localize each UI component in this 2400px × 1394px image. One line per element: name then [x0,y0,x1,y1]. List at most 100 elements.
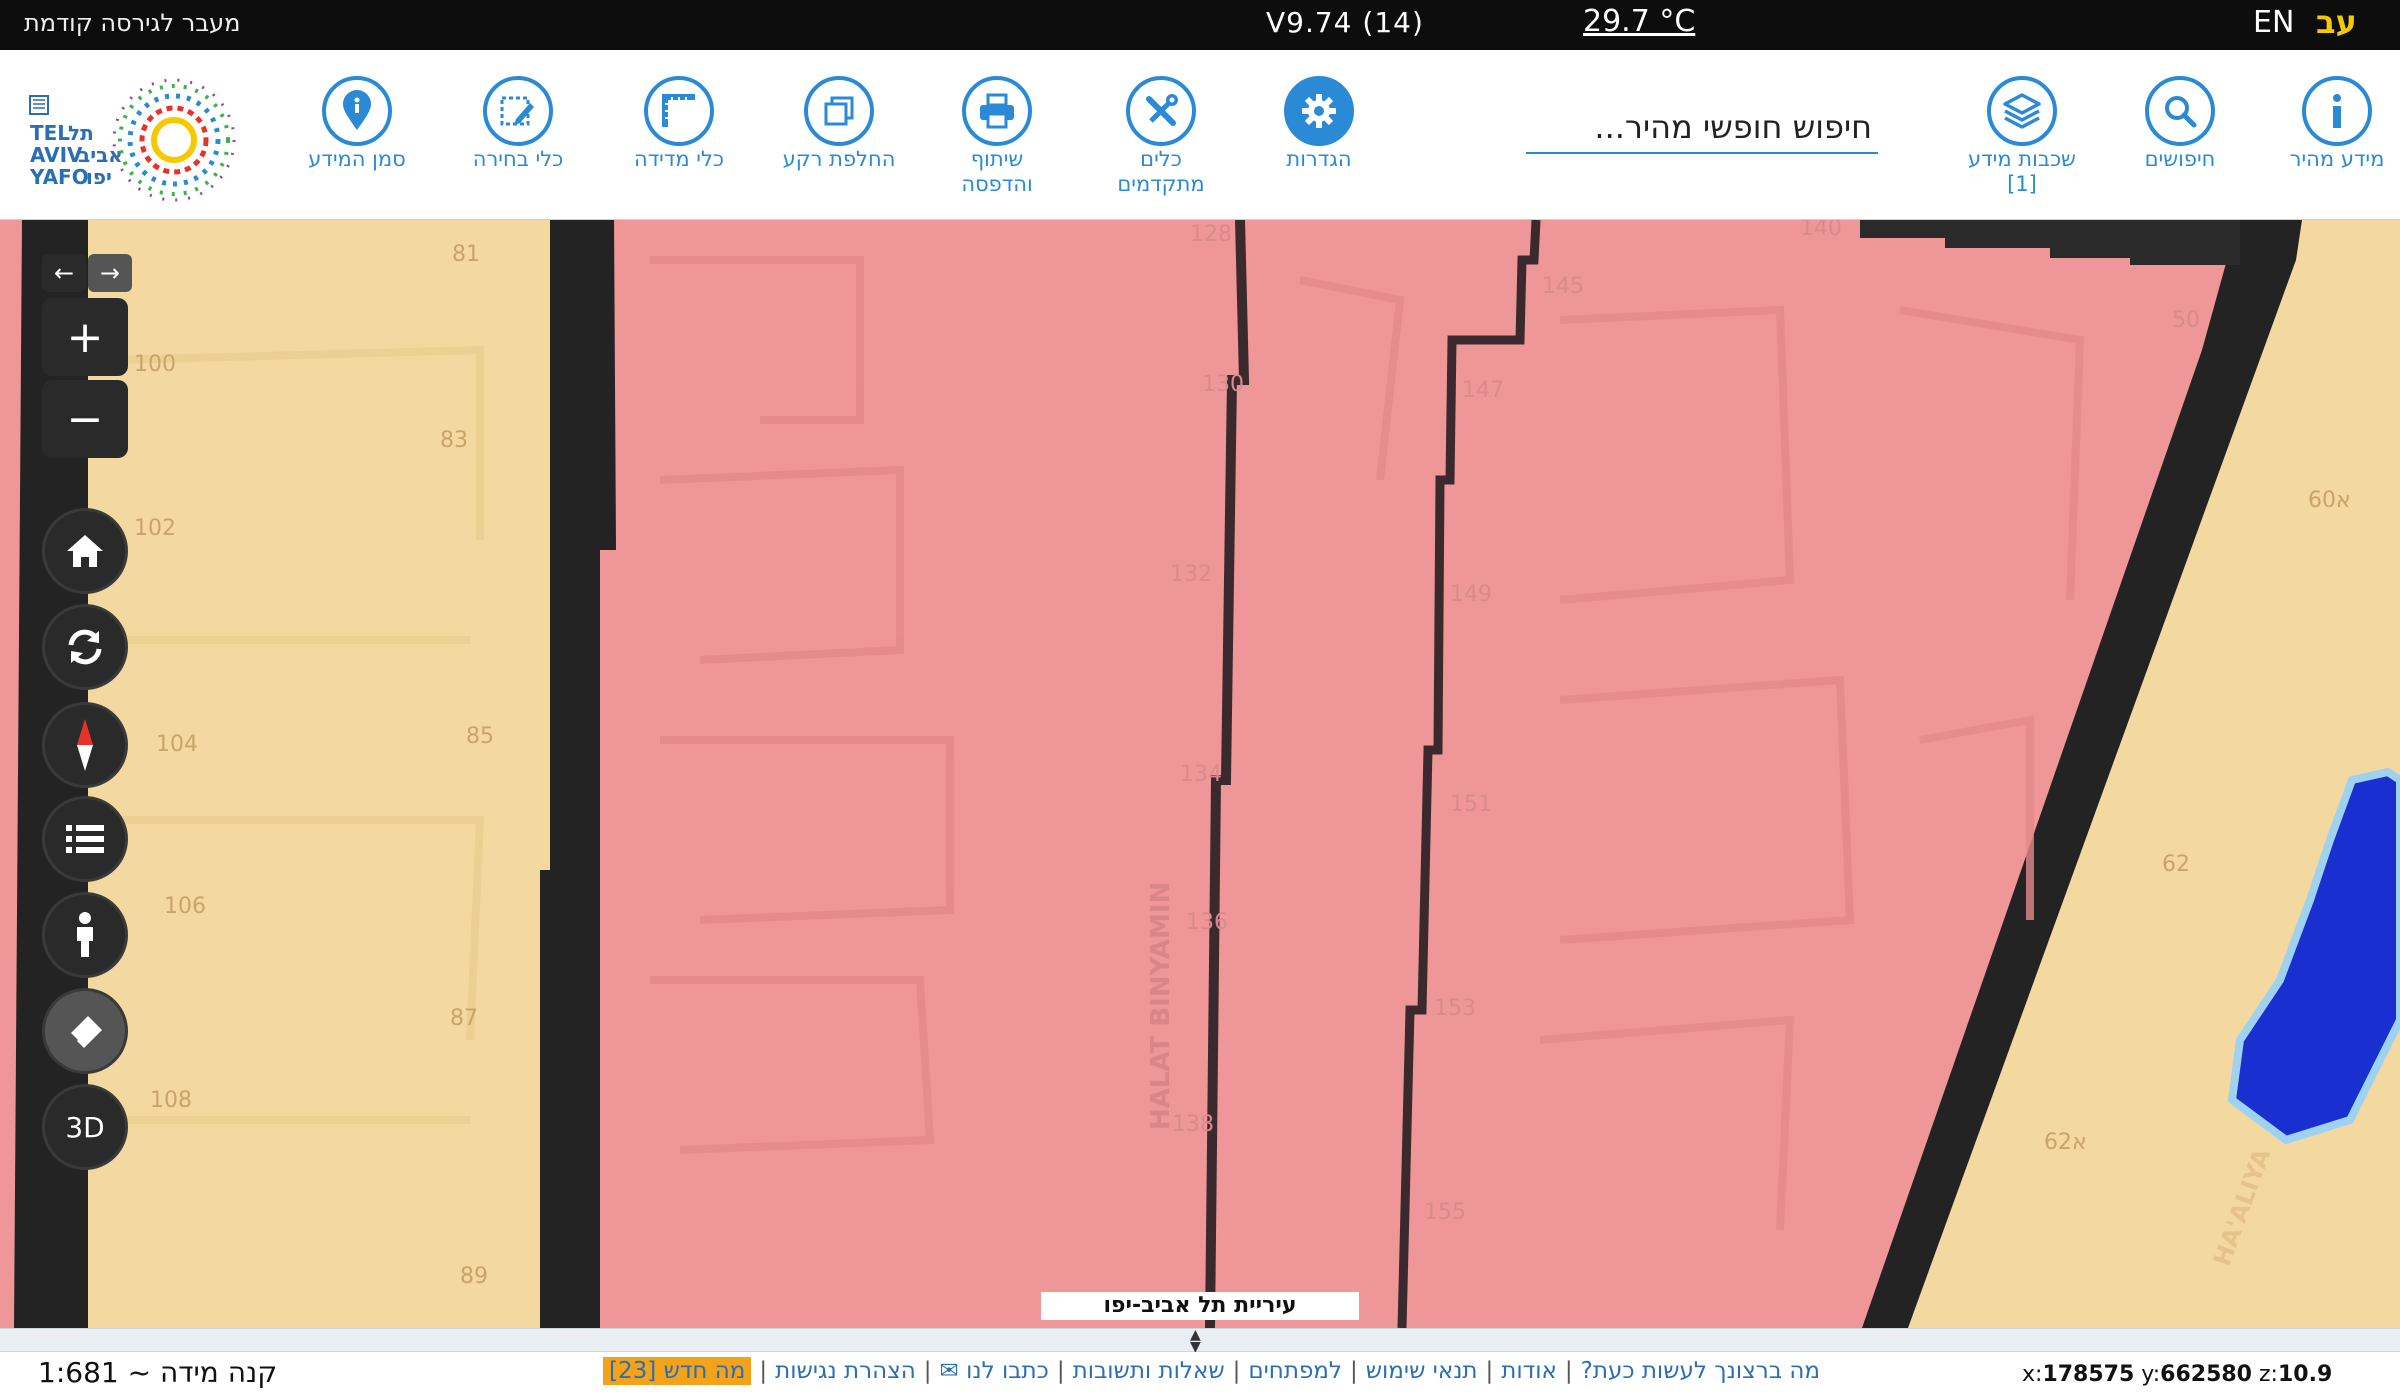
top-bar: מעבר לגירסה קודמת V9.74 (14) 29.7 °C EN … [0,0,2400,50]
parcel-number: 145 [1542,274,1584,299]
main-toolbar: TEL תל AVIV אביב YAFO יפו מידע מהיר חיפו… [0,50,2400,220]
refresh-button[interactable] [42,604,128,690]
coord-y-label: y: [2141,1362,2161,1387]
layers-count: [1] [2007,172,2037,196]
arrow-left-icon: ← [53,259,75,287]
info-marker-button[interactable]: סמן המידע [282,76,432,172]
marker-icon [322,76,392,146]
zoom-out-button[interactable]: − [42,380,128,458]
municipality-emblem-icon [29,95,49,115]
home-icon [67,535,103,567]
map-canvas[interactable]: 81 100 83 102 104 85 106 87 108 89 128 1… [0,220,2400,1328]
footer-link-what-to-do[interactable]: מה ברצונך לעשות כעת? [1581,1358,1820,1384]
parcel-number: 147 [1462,378,1504,403]
temperature-link[interactable]: 29.7 °C [1583,4,1695,39]
parcel-number: 81 [452,242,480,267]
separator: | [1564,1358,1573,1384]
legend-list-button[interactable] [42,796,128,882]
coord-z-label: z: [2259,1362,2278,1387]
footer-link-accessibility[interactable]: הצהרת נגישות [775,1358,916,1384]
parcel-number: 89 [460,1264,488,1289]
separator: | [1485,1358,1494,1384]
info-icon [2302,76,2372,146]
pan-back-button[interactable]: ← [42,254,86,292]
tel-aviv-yafo-logo: TEL תל AVIV אביב YAFO יפו [29,78,236,202]
tool-label: שיתוף [970,147,1024,171]
tool-label: כלים [1140,147,1182,171]
eraser-icon [68,1016,102,1048]
footer-link-contact[interactable]: כתבו לנו ✉ [940,1358,1049,1384]
advanced-tools-button[interactable]: כלים מתקדמים [1086,76,1236,197]
layers-icon [1987,76,2057,146]
plus-icon: + [66,311,104,363]
printer-icon [962,76,1032,146]
tool-label: הגדרות [1286,147,1352,171]
svg-text:YAFO: YAFO [29,165,89,189]
parcel-number: 153 [1434,996,1476,1021]
street-view-button[interactable] [42,892,128,978]
footer-link-about[interactable]: אודות [1501,1358,1557,1384]
gear-icon [1284,76,1354,146]
map-scale: קנה מידה ~ 1:681 [38,1356,278,1389]
compass-button[interactable] [42,702,128,788]
svg-text:AVIV: AVIV [30,143,83,167]
coord-z: 10.9 [2277,1362,2333,1387]
basemap-icon [804,76,874,146]
parcel-number: 138 [1172,1112,1214,1137]
three-d-label: 3D [65,1110,105,1144]
language-hebrew-button[interactable]: עב [2316,3,2357,41]
tool-label: מידע מהיר [2289,147,2385,171]
eraser-button[interactable] [42,988,128,1074]
person-icon [77,912,93,957]
parcel-number: 130 [1202,372,1244,397]
parcel-number: 106 [164,894,206,919]
ruler-icon [644,76,714,146]
parcel-number: 100 [134,352,176,377]
layers-button[interactable]: שכבות מידע [1] [1947,76,2097,197]
compass-icon [77,719,93,771]
svg-text:אביב: אביב [78,143,123,167]
share-print-button[interactable]: שיתוף והדפסה [922,76,1072,197]
separator: | [1350,1358,1358,1384]
panel-resize-handle[interactable]: ▲ ▼ [0,1328,2400,1354]
measure-tools-button[interactable]: כלי מדידה [604,76,754,172]
separator: | [923,1358,932,1384]
quick-search-input[interactable] [1526,102,1878,152]
version-label: V9.74 (14) [1266,6,1424,39]
footer-link-developers[interactable]: למפתחים [1248,1358,1342,1384]
separator: | [1056,1358,1065,1384]
parcel-number: 83 [440,428,468,453]
quick-search-box [1526,102,1878,154]
footer-link-faq[interactable]: שאלות ותשובות [1073,1358,1225,1384]
parcel-number: 62א [2044,1130,2087,1155]
quick-info-button[interactable]: מידע מהיר [2262,76,2400,172]
pan-forward-button[interactable]: → [88,254,132,292]
coord-y: 662580 [2160,1362,2252,1387]
zoom-in-button[interactable]: + [42,298,128,376]
three-d-button[interactable]: 3D [42,1084,128,1170]
parcel-number: 108 [150,1088,192,1113]
tool-label: שכבות מידע [1968,147,2076,171]
selection-tools-button[interactable]: כלי בחירה [443,76,593,172]
svg-text:תל: תל [68,121,94,145]
searches-button[interactable]: חיפושים [2105,76,2255,172]
svg-text:יפו: יפו [86,165,112,189]
basemap-switch-button[interactable]: החלפת רקע [764,76,914,172]
parcel-number: 102 [134,516,176,541]
coord-x: 178575 [2042,1362,2135,1387]
footer-bar: קנה מידה ~ 1:681 מה ברצונך לעשות כעת? | או… [0,1352,2400,1394]
whats-new-link[interactable]: מה חדש [23] [603,1357,752,1385]
settings-button[interactable]: הגדרות [1244,76,1394,172]
previous-version-link[interactable]: מעבר לגירסה קודמת [24,9,240,37]
minus-icon: − [66,393,104,445]
parcel-number: 136 [1186,910,1228,935]
street-label: HALAT BINYAMIN [1146,881,1176,1130]
parcel-number: 132 [1170,562,1212,587]
arrow-right-icon: → [99,259,121,287]
language-english-button[interactable]: EN [2253,5,2294,40]
select-icon [483,76,553,146]
parcel-number: 134 [1180,762,1222,787]
footer-link-terms[interactable]: תנאי שימוש [1366,1358,1478,1384]
tool-label-second-line: והדפסה [961,172,1033,196]
home-button[interactable] [42,508,128,594]
